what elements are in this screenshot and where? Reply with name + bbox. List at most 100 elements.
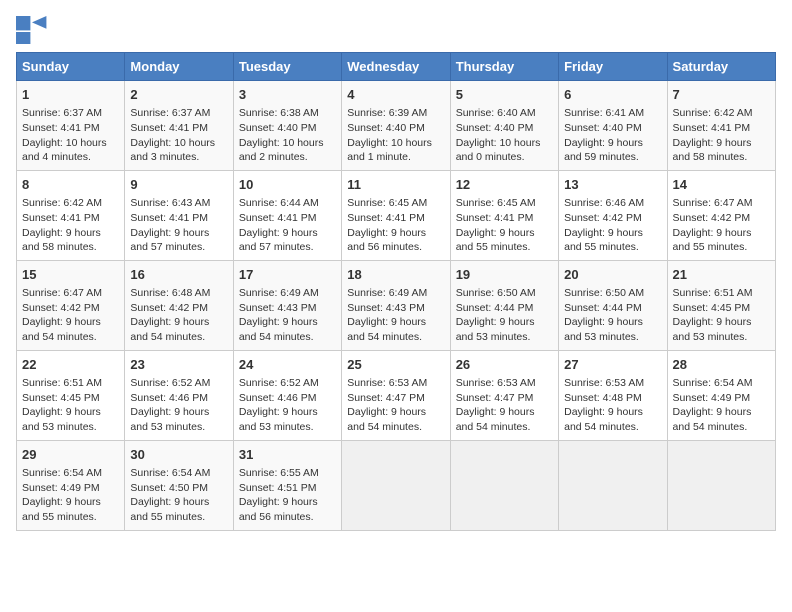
day-detail: Sunrise: 6:50 AMSunset: 4:44 PMDaylight:… [456, 286, 553, 345]
calendar-cell: 21 Sunrise: 6:51 AMSunset: 4:45 PMDayligh… [667, 260, 775, 350]
day-detail: Sunrise: 6:40 AMSunset: 4:40 PMDaylight:… [456, 106, 553, 165]
calendar-cell: 29Sunrise: 6:54 AMSunset: 4:49 PMDayligh… [17, 440, 125, 530]
day-number: 24 [239, 356, 336, 374]
logo-icon [16, 16, 48, 44]
calendar-cell: 13 Sunrise: 6:46 AMSunset: 4:42 PMDayligh… [559, 170, 667, 260]
day-number: 10 [239, 176, 336, 194]
calendar-cell: 23 Sunrise: 6:52 AMSunset: 4:46 PMDayligh… [125, 350, 233, 440]
calendar-cell: 2 Sunrise: 6:37 AMSunset: 4:41 PMDaylight… [125, 81, 233, 171]
day-number: 11 [347, 176, 444, 194]
day-detail: Sunrise: 6:54 AMSunset: 4:49 PMDaylight:… [22, 466, 119, 525]
day-number: 1 [22, 86, 119, 104]
weekday-header-sunday: Sunday [17, 53, 125, 81]
day-number: 16 [130, 266, 227, 284]
calendar-cell: 27 Sunrise: 6:53 AMSunset: 4:48 PMDayligh… [559, 350, 667, 440]
day-detail: Sunrise: 6:47 AMSunset: 4:42 PMDaylight:… [673, 196, 770, 255]
day-detail: Sunrise: 6:52 AMSunset: 4:46 PMDaylight:… [130, 376, 227, 435]
day-number: 9 [130, 176, 227, 194]
day-number: 8 [22, 176, 119, 194]
day-detail: Sunrise: 6:39 AMSunset: 4:40 PMDaylight:… [347, 106, 444, 165]
day-number: 17 [239, 266, 336, 284]
calendar-cell [450, 440, 558, 530]
day-number: 7 [673, 86, 770, 104]
day-number: 6 [564, 86, 661, 104]
calendar-cell: 24 Sunrise: 6:52 AMSunset: 4:46 PMDayligh… [233, 350, 341, 440]
day-detail: Sunrise: 6:42 AMSunset: 4:41 PMDaylight:… [22, 196, 119, 255]
day-number: 21 [673, 266, 770, 284]
day-number: 22 [22, 356, 119, 374]
day-number: 5 [456, 86, 553, 104]
calendar-cell: 12 Sunrise: 6:45 AMSunset: 4:41 PMDayligh… [450, 170, 558, 260]
day-detail: Sunrise: 6:55 AMSunset: 4:51 PMDaylight:… [239, 466, 336, 525]
day-number: 25 [347, 356, 444, 374]
calendar-cell: 22 Sunrise: 6:51 AMSunset: 4:45 PMDayligh… [17, 350, 125, 440]
calendar-table: SundayMondayTuesdayWednesdayThursdayFrid… [16, 52, 776, 531]
day-detail: Sunrise: 6:49 AMSunset: 4:43 PMDaylight:… [347, 286, 444, 345]
day-number: 30 [130, 446, 227, 464]
day-detail: Sunrise: 6:53 AMSunset: 4:47 PMDaylight:… [347, 376, 444, 435]
calendar-cell [559, 440, 667, 530]
calendar-header: SundayMondayTuesdayWednesdayThursdayFrid… [17, 53, 776, 81]
calendar-cell: 8 Sunrise: 6:42 AMSunset: 4:41 PMDaylight… [17, 170, 125, 260]
calendar-cell: 1 Sunrise: 6:37 AMSunset: 4:41 PMDaylight… [17, 81, 125, 171]
day-number: 3 [239, 86, 336, 104]
day-number: 31 [239, 446, 336, 464]
day-number: 19 [456, 266, 553, 284]
day-number: 4 [347, 86, 444, 104]
weekday-row: SundayMondayTuesdayWednesdayThursdayFrid… [17, 53, 776, 81]
day-detail: Sunrise: 6:37 AMSunset: 4:41 PMDaylight:… [22, 106, 119, 165]
calendar-cell: 15 Sunrise: 6:47 AMSunset: 4:42 PMDayligh… [17, 260, 125, 350]
logo [16, 16, 52, 44]
day-number: 13 [564, 176, 661, 194]
day-number: 23 [130, 356, 227, 374]
day-detail: Sunrise: 6:47 AMSunset: 4:42 PMDaylight:… [22, 286, 119, 345]
day-detail: Sunrise: 6:54 AMSunset: 4:50 PMDaylight:… [130, 466, 227, 525]
day-detail: Sunrise: 6:51 AMSunset: 4:45 PMDaylight:… [673, 286, 770, 345]
calendar-cell: 6Sunrise: 6:41 AMSunset: 4:40 PMDaylight… [559, 81, 667, 171]
day-number: 12 [456, 176, 553, 194]
calendar-cell: 4 Sunrise: 6:39 AMSunset: 4:40 PMDaylight… [342, 81, 450, 171]
day-detail: Sunrise: 6:51 AMSunset: 4:45 PMDaylight:… [22, 376, 119, 435]
calendar-cell: 11 Sunrise: 6:45 AMSunset: 4:41 PMDayligh… [342, 170, 450, 260]
calendar-cell: 30 Sunrise: 6:54 AMSunset: 4:50 PMDayligh… [125, 440, 233, 530]
day-detail: Sunrise: 6:46 AMSunset: 4:42 PMDaylight:… [564, 196, 661, 255]
calendar-body: 1 Sunrise: 6:37 AMSunset: 4:41 PMDaylight… [17, 81, 776, 531]
day-detail: Sunrise: 6:37 AMSunset: 4:41 PMDaylight:… [130, 106, 227, 165]
calendar-cell: 28 Sunrise: 6:54 AMSunset: 4:49 PMDayligh… [667, 350, 775, 440]
calendar-cell: 31 Sunrise: 6:55 AMSunset: 4:51 PMDayligh… [233, 440, 341, 530]
day-number: 15 [22, 266, 119, 284]
calendar-cell: 19 Sunrise: 6:50 AMSunset: 4:44 PMDayligh… [450, 260, 558, 350]
calendar-cell: 20Sunrise: 6:50 AMSunset: 4:44 PMDayligh… [559, 260, 667, 350]
calendar-week-5: 29Sunrise: 6:54 AMSunset: 4:49 PMDayligh… [17, 440, 776, 530]
day-number: 27 [564, 356, 661, 374]
calendar-cell: 14 Sunrise: 6:47 AMSunset: 4:42 PMDayligh… [667, 170, 775, 260]
day-detail: Sunrise: 6:43 AMSunset: 4:41 PMDaylight:… [130, 196, 227, 255]
day-detail: Sunrise: 6:54 AMSunset: 4:49 PMDaylight:… [673, 376, 770, 435]
day-detail: Sunrise: 6:53 AMSunset: 4:48 PMDaylight:… [564, 376, 661, 435]
calendar-cell: 10Sunrise: 6:44 AMSunset: 4:41 PMDayligh… [233, 170, 341, 260]
calendar-week-1: 1 Sunrise: 6:37 AMSunset: 4:41 PMDaylight… [17, 81, 776, 171]
weekday-header-thursday: Thursday [450, 53, 558, 81]
day-detail: Sunrise: 6:45 AMSunset: 4:41 PMDaylight:… [347, 196, 444, 255]
day-number: 14 [673, 176, 770, 194]
calendar-cell: 26Sunrise: 6:53 AMSunset: 4:47 PMDayligh… [450, 350, 558, 440]
day-number: 28 [673, 356, 770, 374]
day-detail: Sunrise: 6:50 AMSunset: 4:44 PMDaylight:… [564, 286, 661, 345]
day-detail: Sunrise: 6:45 AMSunset: 4:41 PMDaylight:… [456, 196, 553, 255]
calendar-cell: 25 Sunrise: 6:53 AMSunset: 4:47 PMDayligh… [342, 350, 450, 440]
calendar-week-3: 15 Sunrise: 6:47 AMSunset: 4:42 PMDayligh… [17, 260, 776, 350]
day-detail: Sunrise: 6:42 AMSunset: 4:41 PMDaylight:… [673, 106, 770, 165]
day-number: 2 [130, 86, 227, 104]
day-detail: Sunrise: 6:38 AMSunset: 4:40 PMDaylight:… [239, 106, 336, 165]
day-detail: Sunrise: 6:49 AMSunset: 4:43 PMDaylight:… [239, 286, 336, 345]
calendar-cell [342, 440, 450, 530]
weekday-header-monday: Monday [125, 53, 233, 81]
calendar-cell: 5 Sunrise: 6:40 AMSunset: 4:40 PMDaylight… [450, 81, 558, 171]
calendar-week-4: 22 Sunrise: 6:51 AMSunset: 4:45 PMDayligh… [17, 350, 776, 440]
calendar-cell: 16Sunrise: 6:48 AMSunset: 4:42 PMDayligh… [125, 260, 233, 350]
calendar-cell: 3 Sunrise: 6:38 AMSunset: 4:40 PMDaylight… [233, 81, 341, 171]
day-number: 18 [347, 266, 444, 284]
day-detail: Sunrise: 6:52 AMSunset: 4:46 PMDaylight:… [239, 376, 336, 435]
calendar-week-2: 8 Sunrise: 6:42 AMSunset: 4:41 PMDaylight… [17, 170, 776, 260]
calendar-cell: 18 Sunrise: 6:49 AMSunset: 4:43 PMDayligh… [342, 260, 450, 350]
